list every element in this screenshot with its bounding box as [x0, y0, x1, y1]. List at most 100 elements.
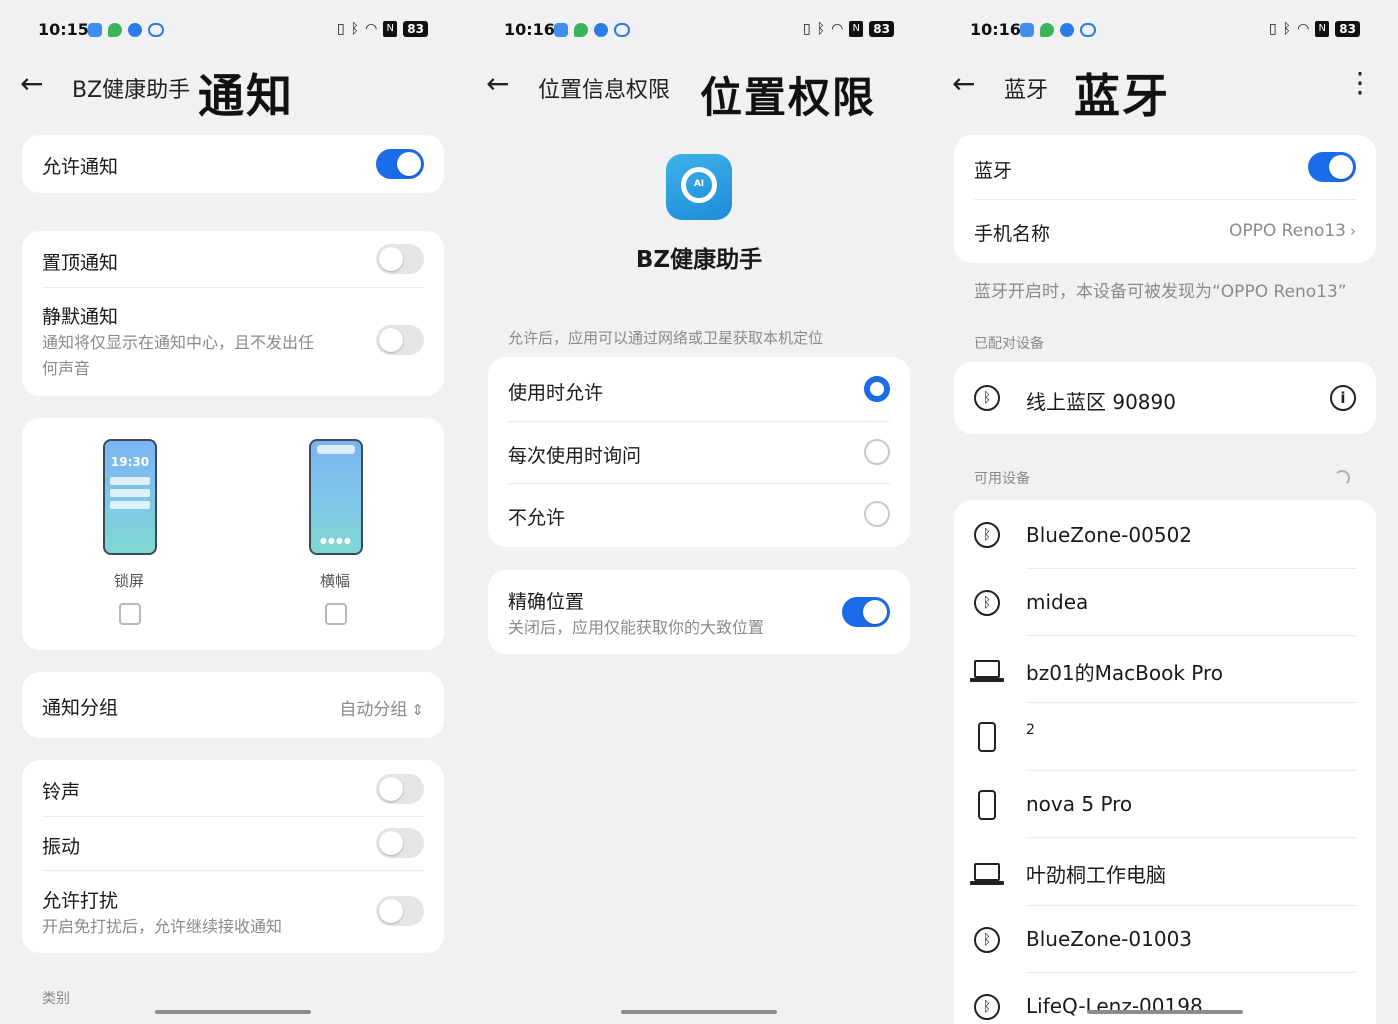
preview-bar	[110, 489, 150, 497]
notification-group-card: 通知分组 自动分组 ⇕	[22, 672, 444, 738]
page-header: ← 位置信息权限 位置权限	[466, 58, 932, 123]
location-permission-screen: 10:16 ▯ ᛒ ◠ N 83 ← 位置信息权限 位置权限 AI BZ健康助手…	[466, 0, 932, 1024]
home-indicator[interactable]	[1087, 1010, 1243, 1014]
back-arrow-icon[interactable]: ←	[20, 70, 52, 100]
phone-name-value: OPPO Reno13 ›	[1229, 221, 1356, 241]
option-radio[interactable]	[864, 439, 890, 465]
location-options-card: 使用时允许 每次使用时询问 不允许	[488, 357, 910, 547]
allow-notifications-row[interactable]: 允许通知	[42, 135, 424, 193]
scanning-spinner-icon	[1334, 470, 1350, 486]
notification-icons	[1020, 23, 1096, 37]
paired-device-row[interactable]: ᛒ 线上蓝区 90890 i	[974, 362, 1356, 434]
page-title: 蓝牙	[1004, 78, 1049, 103]
bluetooth-screen: 10:16 ▯ ᛒ ◠ N 83 ← 蓝牙 蓝牙 ⋮ 蓝牙 手机名称 OPPO …	[932, 0, 1398, 1024]
laptop-icon	[970, 660, 1004, 682]
app-notification-icon	[594, 23, 608, 37]
dnd-row[interactable]: 允许打扰 开启免打扰后，允许继续接收通知	[42, 870, 424, 953]
allow-notifications-toggle[interactable]	[376, 149, 424, 179]
list-item[interactable]: 叶劭桐工作电脑	[970, 837, 1356, 905]
bluetooth-status-icon: ᛒ	[1282, 21, 1292, 37]
bluetooth-icon: ᛒ	[974, 590, 1000, 616]
banner-preview: ●●●●	[309, 439, 363, 555]
home-indicator[interactable]	[155, 1010, 311, 1014]
list-item[interactable]: ᛒ BlueZone-01003	[974, 905, 1356, 972]
infinity-icon	[148, 23, 164, 37]
nfc-icon: N	[1315, 21, 1330, 37]
wifi-icon: ◠	[1297, 21, 1310, 37]
app-notification-icon	[128, 23, 142, 37]
ringtone-row[interactable]: 铃声	[42, 760, 424, 816]
option-radio[interactable]	[864, 501, 890, 527]
list-item[interactable]: ᛒ midea	[974, 568, 1356, 635]
vibrate-icon: ▯	[802, 21, 811, 37]
page-title: BZ健康助手	[72, 78, 191, 103]
app-notification-icon	[1060, 23, 1074, 37]
bluetooth-icon: ᛒ	[974, 994, 1000, 1020]
vibrate-label: 振动	[42, 836, 81, 858]
page-big-title: 位置权限	[700, 73, 877, 122]
shield-icon	[1040, 23, 1054, 37]
option-ask-every-time[interactable]: 每次使用时询问	[508, 421, 890, 483]
bluetooth-toggle[interactable]	[1308, 152, 1356, 182]
dnd-desc: 开启免打扰后，允许继续接收通知	[42, 917, 283, 936]
notification-group-row[interactable]: 通知分组 自动分组 ⇕	[42, 672, 424, 738]
option-deny[interactable]: 不允许	[508, 483, 890, 547]
option-allow-while-using[interactable]: 使用时允许	[508, 357, 890, 421]
dnd-toggle[interactable]	[376, 896, 424, 926]
home-indicator[interactable]	[621, 1010, 777, 1014]
device-name: 2	[1026, 722, 1035, 738]
notification-icons	[88, 23, 164, 37]
more-options-icon[interactable]: ⋮	[1346, 68, 1374, 98]
status-time: 10:15	[38, 20, 89, 39]
preview-bar	[110, 501, 150, 509]
silent-notification-toggle[interactable]	[376, 325, 424, 355]
updown-chevron-icon: ⇕	[411, 701, 424, 719]
vibrate-icon: ▯	[336, 21, 345, 37]
notification-group-value: 自动分组 ⇕	[339, 700, 424, 720]
status-time: 10:16	[970, 20, 1021, 39]
list-item[interactable]: ᛒ BlueZone-00502	[974, 500, 1356, 568]
category-section-label: 类别	[42, 991, 70, 1007]
available-section-label: 可用设备	[974, 471, 1030, 487]
app-icon: AI	[666, 154, 732, 220]
device-info-icon[interactable]: i	[1330, 385, 1356, 411]
back-arrow-icon[interactable]: ←	[486, 70, 518, 100]
phone-icon	[978, 722, 996, 752]
page-big-title: 蓝牙	[1074, 69, 1170, 123]
option-label: 使用时允许	[508, 382, 604, 404]
bluetooth-toggle-row[interactable]: 蓝牙	[974, 135, 1356, 199]
page-title: 位置信息权限	[538, 78, 671, 103]
option-radio-selected[interactable]	[864, 376, 890, 402]
bluetooth-icon: ᛒ	[974, 385, 1000, 411]
app-notification-icon	[1020, 23, 1034, 37]
list-item[interactable]: nova 5 Pro	[974, 770, 1356, 837]
list-item[interactable]: 2	[974, 702, 1356, 770]
wifi-icon: ◠	[831, 21, 844, 37]
vibrate-row[interactable]: 振动	[42, 816, 424, 870]
bluetooth-label: 蓝牙	[974, 160, 1013, 182]
discoverable-hint: 蓝牙开启时，本设备可被发现为“OPPO Reno13”	[974, 282, 1347, 302]
phone-name-row[interactable]: 手机名称 OPPO Reno13 ›	[974, 199, 1356, 263]
lock-screen-checkbox[interactable]	[119, 603, 141, 625]
chevron-right-icon: ›	[1350, 222, 1356, 240]
pin-notification-toggle[interactable]	[376, 244, 424, 274]
phone-icon	[978, 790, 996, 820]
notification-settings-screen: 10:15 ▯ ᛒ ◠ N 83 ← BZ健康助手 通知 允许通知 置顶通知 静…	[0, 0, 466, 1024]
wifi-icon: ◠	[365, 21, 378, 37]
pin-notification-row[interactable]: 置顶通知	[42, 231, 424, 287]
ringtone-toggle[interactable]	[376, 774, 424, 804]
phone-name-label: 手机名称	[974, 223, 1051, 245]
infinity-icon	[1080, 23, 1096, 37]
location-section-label: 允许后，应用可以通过网络或卫星获取本机定位	[508, 329, 824, 347]
notification-icons	[554, 23, 630, 37]
silent-notification-row[interactable]: 静默通知 通知将仅显示在通知中心，且不发出任 何声音	[42, 287, 424, 396]
vibrate-toggle[interactable]	[376, 828, 424, 858]
precise-location-toggle[interactable]	[842, 597, 890, 627]
list-item[interactable]: ᛒ LifeQ-Lenz-00198	[974, 972, 1356, 1024]
precise-location-row[interactable]: 精确位置 关闭后，应用仅能获取你的大致位置	[508, 570, 890, 654]
back-arrow-icon[interactable]: ←	[952, 70, 984, 100]
banner-preview-bar	[317, 445, 355, 454]
list-item[interactable]: bz01的MacBook Pro	[970, 635, 1356, 702]
banner-checkbox[interactable]	[325, 603, 347, 625]
app-name: BZ健康助手	[635, 247, 763, 273]
